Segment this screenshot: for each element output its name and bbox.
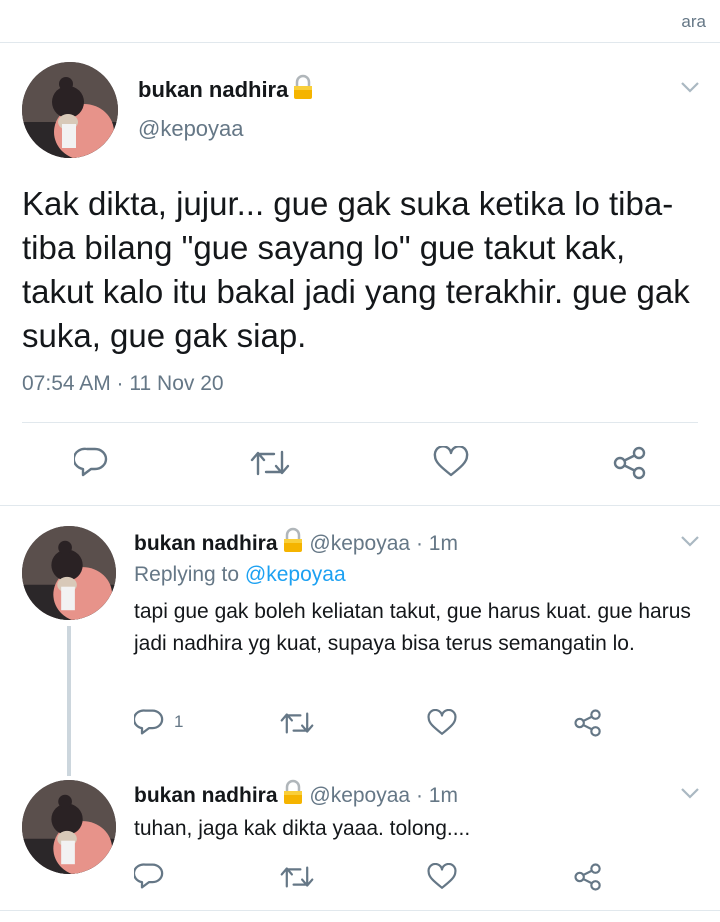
replying-to: Replying to @kepoyaa: [134, 563, 346, 587]
display-name[interactable]: bukan nadhira: [134, 532, 278, 555]
top-partial-label: ara: [681, 12, 706, 31]
retweet-icon: [280, 712, 314, 734]
lock-icon: [292, 74, 314, 106]
bottom-divider: [0, 910, 720, 911]
like-button[interactable]: [433, 446, 469, 478]
replying-prefix: Replying to: [134, 563, 245, 586]
avatar-image: [22, 780, 116, 874]
avatar-image: [22, 62, 118, 158]
handle[interactable]: @kepoyaa: [309, 784, 410, 807]
avatar[interactable]: [22, 62, 118, 158]
display-name[interactable]: bukan nadhira: [134, 784, 278, 807]
retweet-button[interactable]: [280, 710, 314, 736]
author-row: bukan nadhira @kepoyaa · 1m: [134, 527, 458, 559]
retweet-button[interactable]: [280, 864, 314, 890]
chevron-down-icon[interactable]: [680, 534, 700, 553]
share-button[interactable]: [612, 446, 648, 480]
display-name[interactable]: bukan nadhira: [138, 77, 288, 102]
avatar-image: [22, 526, 116, 620]
top-divider: [0, 42, 720, 43]
handle[interactable]: @kepoyaa: [309, 532, 410, 555]
chevron-down-icon[interactable]: [680, 786, 700, 805]
share-icon: [613, 446, 646, 480]
reply-icon: [74, 447, 108, 477]
like-button[interactable]: [427, 863, 457, 891]
reply-count: 1: [174, 712, 184, 731]
share-button[interactable]: [573, 708, 603, 738]
replying-to-link[interactable]: @kepoyaa: [245, 563, 346, 586]
timestamp-divider: [22, 422, 698, 423]
relative-time: · 1m: [415, 784, 458, 807]
tweet-text: Kak dikta, jujur... gue gak suka ketika …: [22, 185, 690, 354]
like-button[interactable]: [427, 709, 457, 737]
reply-button[interactable]: [134, 862, 164, 890]
thread-connector: [67, 626, 71, 776]
author-row: bukan nadhira @kepoyaa · 1m: [134, 779, 458, 811]
tweet-text: tuhan, jaga kak dikta yaaa. tolong....: [134, 817, 471, 840]
main-tweet-divider: [0, 505, 720, 506]
author-row: bukan nadhira: [138, 74, 314, 106]
retweet-icon: [250, 450, 290, 476]
relative-time: · 1m: [415, 532, 458, 555]
handle[interactable]: @kepoyaa: [138, 116, 244, 142]
tweet-timestamp[interactable]: 07:54 AM · 11 Nov 20: [22, 372, 224, 396]
heart-icon: [427, 863, 457, 889]
avatar[interactable]: [22, 780, 116, 874]
reply-icon: [134, 863, 164, 889]
share-icon: [574, 709, 601, 737]
retweet-icon: [280, 866, 314, 888]
tweet-text: tapi gue gak boleh keliatan takut, gue h…: [134, 600, 691, 655]
reply-button[interactable]: [74, 446, 108, 478]
lock-icon: [282, 779, 304, 811]
lock-icon: [282, 527, 304, 559]
avatar[interactable]: [22, 526, 116, 620]
retweet-button[interactable]: [250, 448, 290, 478]
reply-icon: [134, 709, 164, 735]
reply-button[interactable]: 1: [134, 708, 183, 736]
heart-icon: [433, 446, 469, 477]
share-icon: [574, 863, 601, 891]
chevron-down-icon[interactable]: [680, 80, 700, 99]
heart-icon: [427, 709, 457, 735]
share-button[interactable]: [573, 862, 603, 892]
